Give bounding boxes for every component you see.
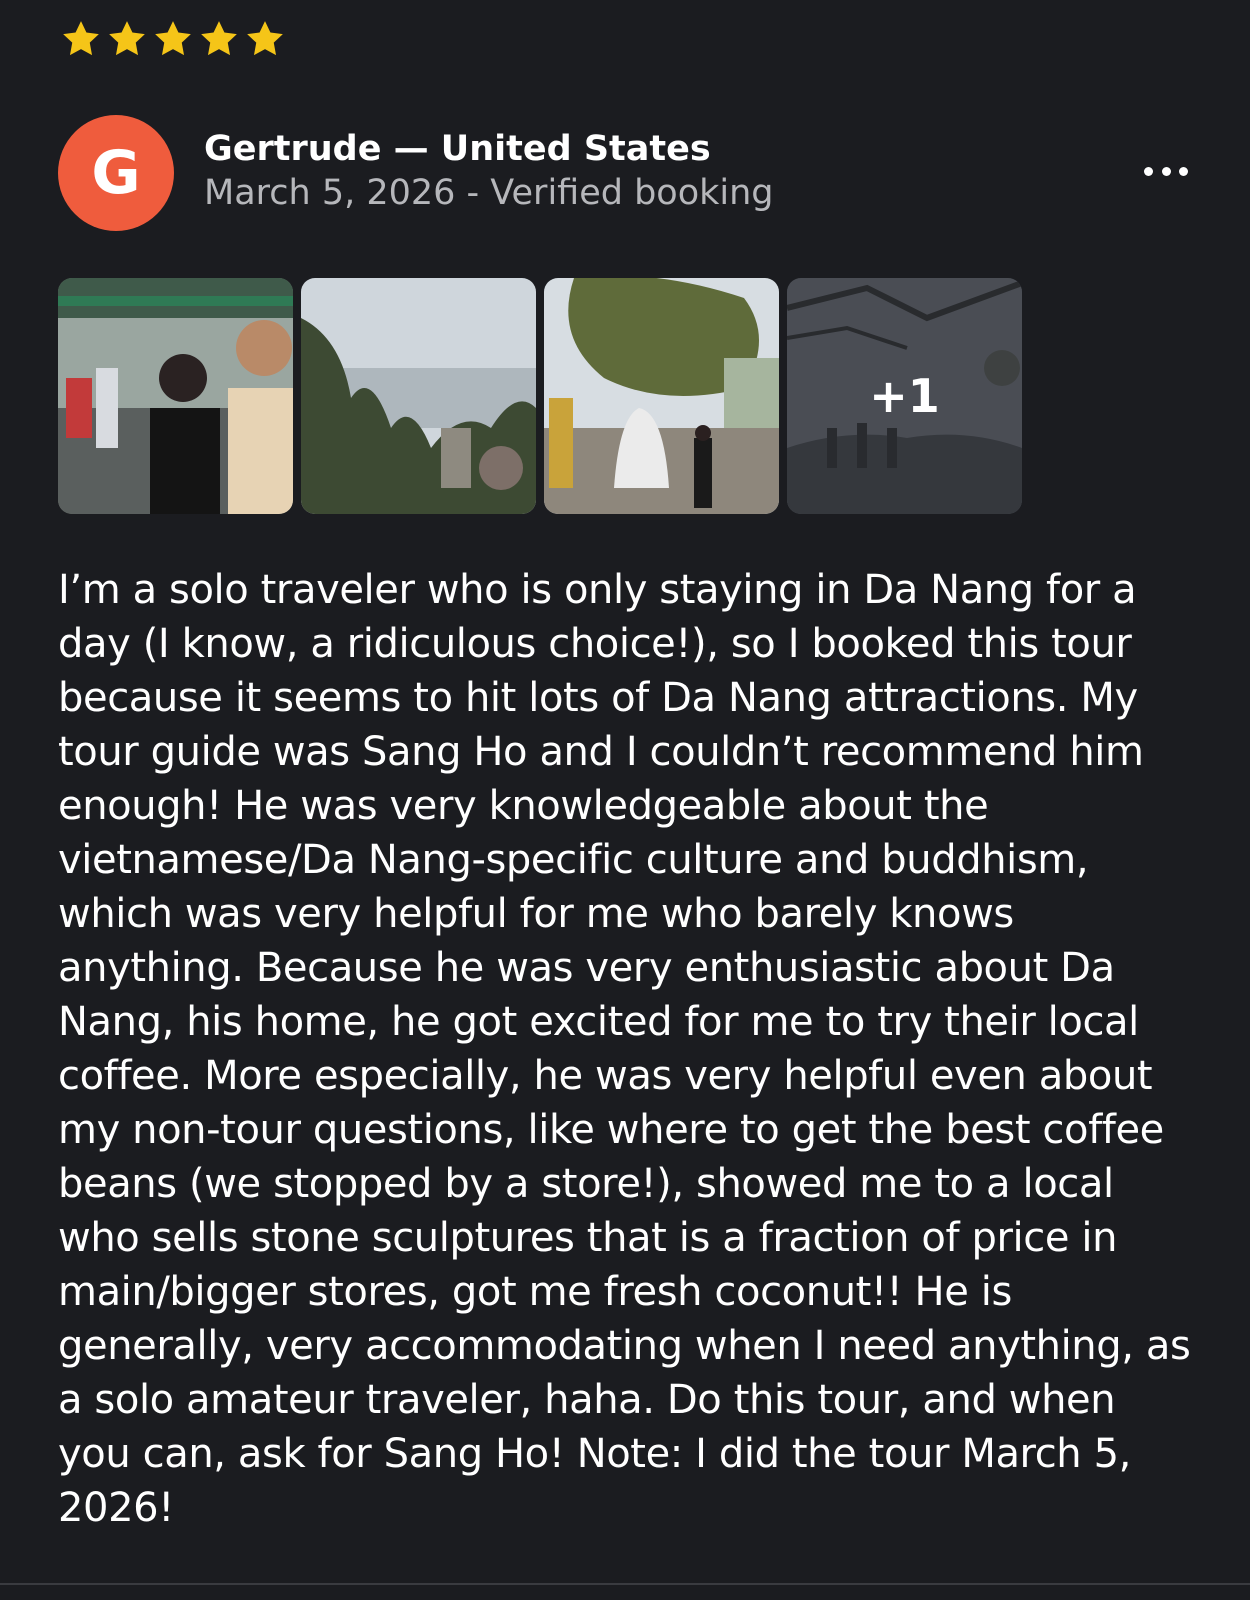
selfie-photo-image (58, 278, 293, 514)
dot-icon (1179, 166, 1188, 176)
review-date-status: March 5, 2026 - Verified booking (204, 173, 774, 213)
review-header: G Gertrude — United States March 5, 2026… (58, 115, 1188, 231)
photo-thumbnail-2[interactable] (301, 278, 536, 514)
more-options-button[interactable] (1144, 151, 1188, 191)
photo-gallery: +1 (58, 278, 1022, 514)
dot-icon (1144, 166, 1153, 176)
star-rating (60, 18, 286, 60)
landscape-photo-image (301, 278, 536, 514)
photo-thumbnail-1[interactable] (58, 278, 293, 514)
more-photos-count[interactable]: +1 (787, 278, 1022, 514)
star-icon (247, 21, 283, 56)
star-icon (155, 21, 191, 56)
dot-icon (1161, 166, 1171, 176)
divider (0, 1583, 1250, 1585)
review-text: I’m a solo traveler who is only staying … (58, 567, 1191, 1531)
star-icon (63, 21, 99, 56)
photo-thumbnail-3[interactable] (544, 278, 779, 514)
star-icon (109, 21, 145, 56)
reviewer-name: Gertrude — United States (204, 129, 711, 169)
photo-thumbnail-4[interactable]: +1 (787, 278, 1022, 514)
avatar[interactable]: G (58, 115, 174, 231)
star-icon (201, 21, 237, 56)
temple-photo-image (544, 278, 779, 514)
